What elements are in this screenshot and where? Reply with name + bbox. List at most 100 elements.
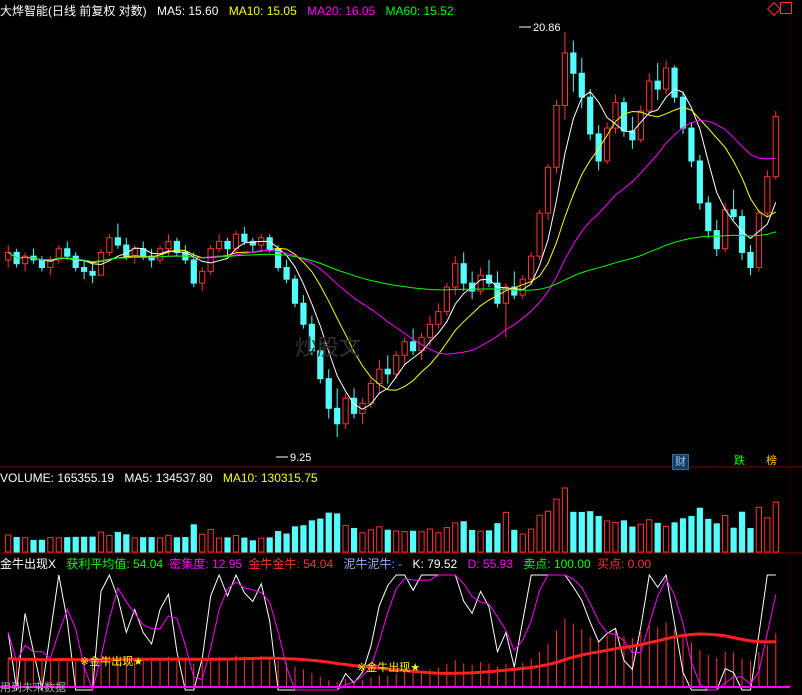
candle[interactable] bbox=[38, 259, 46, 269]
volume-bar bbox=[418, 531, 425, 553]
volume-bar bbox=[460, 521, 467, 553]
candle[interactable] bbox=[342, 397, 349, 425]
candle[interactable] bbox=[519, 278, 526, 296]
volume-bar bbox=[114, 531, 121, 553]
volume-bar bbox=[477, 530, 484, 553]
candle[interactable] bbox=[536, 212, 543, 257]
candle[interactable] bbox=[114, 237, 121, 246]
candle[interactable] bbox=[435, 311, 442, 325]
profit-average: 获利平均值: 54.04 bbox=[66, 557, 164, 571]
candle[interactable] bbox=[713, 230, 720, 250]
candle[interactable] bbox=[646, 80, 653, 112]
candle[interactable] bbox=[688, 127, 695, 162]
volume-bar bbox=[705, 518, 712, 553]
candle[interactable] bbox=[64, 248, 71, 257]
volume-bar bbox=[553, 498, 560, 553]
close-icon[interactable] bbox=[780, 2, 792, 14]
candle[interactable] bbox=[106, 237, 113, 253]
candle[interactable] bbox=[401, 341, 408, 356]
volume-bar bbox=[350, 527, 358, 553]
volume-bar bbox=[646, 519, 653, 553]
candle[interactable] bbox=[409, 341, 417, 352]
candle[interactable] bbox=[553, 104, 560, 168]
candle[interactable] bbox=[663, 67, 670, 90]
sell-point-value: 卖点: 100.00 bbox=[523, 557, 591, 571]
indicator-header: 金牛出现X 获利平均值: 54.04 密集度: 12.95 金牛金牛: 54.0… bbox=[0, 556, 658, 572]
candle[interactable] bbox=[705, 202, 712, 232]
candle[interactable] bbox=[334, 407, 341, 425]
candle[interactable] bbox=[131, 248, 138, 257]
kline-chart[interactable]: 炒股文 20.86 9.25 bbox=[0, 0, 802, 695]
candle[interactable] bbox=[722, 209, 729, 250]
candle[interactable] bbox=[637, 110, 644, 141]
volume-bar bbox=[13, 536, 20, 553]
candle[interactable] bbox=[207, 248, 214, 272]
candle[interactable] bbox=[232, 233, 240, 250]
candle[interactable] bbox=[384, 368, 391, 375]
candle[interactable] bbox=[528, 255, 535, 280]
volume-bar bbox=[722, 514, 729, 553]
leaderboard-button[interactable]: 榜 bbox=[764, 454, 779, 468]
candle[interactable] bbox=[291, 278, 299, 304]
candle[interactable] bbox=[325, 378, 332, 409]
volume-bar bbox=[738, 511, 746, 553]
volume-bar bbox=[249, 540, 256, 553]
limit-down-button-label: 跌 bbox=[734, 455, 745, 467]
candle[interactable] bbox=[426, 323, 434, 338]
candle[interactable] bbox=[747, 251, 754, 269]
volume-bar bbox=[587, 511, 594, 553]
candle[interactable] bbox=[764, 176, 771, 214]
candle[interactable] bbox=[570, 52, 577, 74]
candle[interactable] bbox=[165, 240, 172, 250]
candle[interactable] bbox=[460, 263, 467, 284]
volume-bar bbox=[258, 537, 265, 553]
candle[interactable] bbox=[696, 160, 703, 204]
volume-bar bbox=[679, 518, 687, 553]
candle[interactable] bbox=[578, 72, 585, 98]
candle[interactable] bbox=[755, 212, 763, 269]
candle[interactable] bbox=[443, 286, 450, 313]
volume-bar bbox=[300, 525, 307, 553]
candle[interactable] bbox=[300, 302, 307, 325]
finance-button[interactable]: 财 bbox=[672, 454, 689, 470]
candle[interactable] bbox=[772, 116, 779, 178]
candle[interactable] bbox=[89, 270, 96, 276]
candle[interactable] bbox=[224, 240, 231, 250]
candle[interactable] bbox=[730, 209, 737, 218]
volume-bar bbox=[671, 522, 678, 553]
candle[interactable] bbox=[241, 233, 248, 242]
candle[interactable] bbox=[587, 96, 594, 135]
candle[interactable] bbox=[72, 255, 79, 269]
volume-bar bbox=[308, 520, 315, 553]
candle[interactable] bbox=[654, 80, 661, 90]
volume-header: VOLUME: 165355.19 MA5: 134537.80 MA10: 1… bbox=[0, 470, 325, 486]
candle[interactable] bbox=[190, 259, 197, 284]
volume-bar bbox=[5, 534, 12, 553]
volume-bar bbox=[469, 529, 476, 553]
volume-bar bbox=[207, 528, 214, 553]
candle[interactable] bbox=[494, 282, 501, 304]
candle[interactable] bbox=[123, 244, 130, 257]
candle[interactable] bbox=[561, 52, 569, 106]
future-data-warning: 用到未来数据 bbox=[0, 682, 66, 694]
candle[interactable] bbox=[679, 96, 687, 129]
candle[interactable] bbox=[393, 354, 400, 375]
candle[interactable] bbox=[671, 67, 678, 98]
candle[interactable] bbox=[81, 267, 88, 272]
candle[interactable] bbox=[452, 263, 459, 288]
candle[interactable] bbox=[215, 240, 223, 250]
volume-bar bbox=[485, 530, 493, 553]
volume-bar bbox=[603, 520, 611, 553]
candle[interactable] bbox=[620, 102, 628, 132]
volume-bar bbox=[165, 534, 172, 553]
candle[interactable] bbox=[283, 267, 290, 280]
volume-bar bbox=[47, 537, 54, 553]
candle[interactable] bbox=[595, 133, 602, 162]
candle[interactable] bbox=[738, 216, 746, 253]
volume-bar bbox=[502, 511, 509, 553]
candle[interactable] bbox=[199, 270, 206, 284]
candle[interactable] bbox=[367, 382, 375, 404]
candle[interactable] bbox=[376, 368, 383, 384]
candle[interactable] bbox=[544, 166, 552, 214]
limit-down-button[interactable]: 跌 bbox=[732, 454, 747, 468]
